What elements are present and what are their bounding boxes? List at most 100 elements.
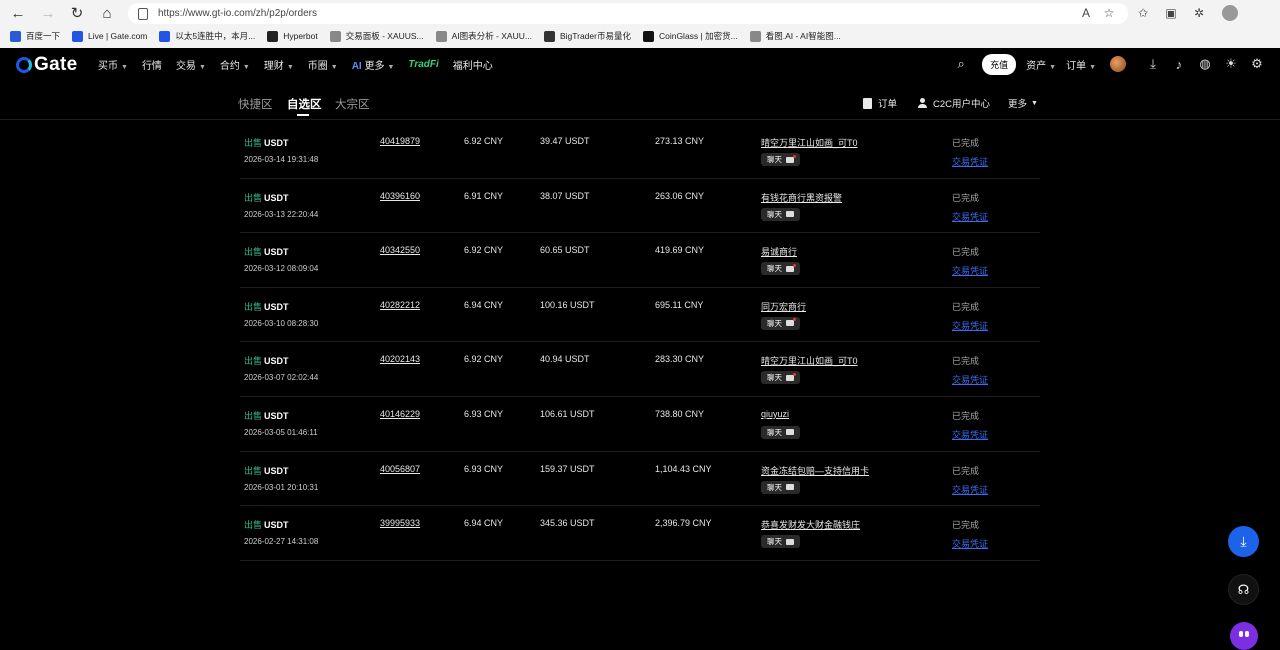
trade-proof-link[interactable]: 交易凭证	[952, 319, 988, 332]
menu-item[interactable]: 买币 ▼	[98, 57, 128, 72]
download-app-button[interactable]: ⤓	[1228, 526, 1259, 557]
trade-proof-link[interactable]: 交易凭证	[952, 210, 988, 223]
chevron-down-icon: ▼	[198, 63, 206, 71]
merchant-link[interactable]: 有钱花商行黑资报警	[761, 191, 842, 204]
order-side: 出售 USDT	[244, 136, 289, 149]
order-row: 出售 USDT 2026-03-01 20:10:31 40056807 6.93 CN…	[240, 452, 1040, 507]
merchant-link[interactable]: qiuyuzi	[761, 409, 789, 419]
merchant-link[interactable]: 晴空万里江山如画_可T0	[761, 354, 858, 367]
trade-proof-link[interactable]: 交易凭证	[952, 483, 988, 496]
user-avatar[interactable]	[1110, 56, 1126, 72]
menu-item[interactable]: 行情	[142, 57, 162, 72]
deposit-button[interactable]: 充值	[982, 53, 1017, 75]
trade-proof-link[interactable]: 交易凭证	[952, 373, 988, 386]
bookmark-item[interactable]: AI图表分析 - XAUU...	[435, 30, 532, 42]
assets-menu[interactable]: 资产 ▼	[1026, 57, 1056, 72]
bookmark-item[interactable]: 看图.AI - AI智能图...	[749, 30, 841, 42]
order-id-link[interactable]: 40396160	[380, 191, 420, 201]
gear-icon[interactable]: ⚙	[1244, 48, 1270, 80]
chat-button[interactable]: 聊天	[761, 480, 800, 494]
chat-button[interactable]: 聊天	[761, 262, 800, 276]
order-id-link[interactable]: 40342550	[380, 245, 420, 255]
menu-item[interactable]: TradFi	[408, 59, 438, 70]
url-bar[interactable]: https://www.gt-io.com/zh/p2p/orders	[128, 3, 1128, 24]
theme-sun-icon[interactable]: ☀	[1218, 48, 1244, 80]
ai-assistant-button[interactable]	[1230, 622, 1258, 650]
order-price: 6.91 CNY	[464, 190, 504, 201]
trade-proof-link[interactable]: 交易凭证	[952, 155, 988, 168]
chat-button[interactable]: 聊天	[761, 153, 800, 166]
bell-icon[interactable]: ♪	[1166, 48, 1192, 80]
chat-button[interactable]: 聊天	[761, 425, 800, 439]
download-icon: ⤓	[1240, 533, 1247, 549]
bookmark-item[interactable]: BigTrader币易量化	[543, 30, 631, 42]
reload-icon[interactable]: ↻	[66, 3, 88, 23]
read-aloud-icon[interactable]: A	[1077, 5, 1095, 21]
order-id-link[interactable]: 39995933	[380, 518, 420, 528]
order-time: 2026-03-01 20:10:31	[244, 482, 319, 492]
bookmark-item[interactable]: Live | Gate.com	[72, 30, 147, 42]
tab-block[interactable]: 大宗区	[335, 96, 370, 112]
forward-icon[interactable]: →	[37, 3, 59, 23]
merchant-link[interactable]: 同万宏商行	[761, 300, 806, 313]
c2c-center-link[interactable]: C2C用户中心	[918, 96, 990, 110]
bookmark-item[interactable]: 百度一下	[10, 30, 60, 42]
collections-icon[interactable]: ▣	[1162, 5, 1180, 21]
bookmark-item[interactable]: Hyperbot	[267, 30, 318, 42]
browser-profile-avatar[interactable]	[1222, 5, 1238, 21]
trade-proof-link[interactable]: 交易凭证	[952, 264, 988, 277]
bookmark-favicon-icon	[329, 30, 341, 42]
gate-logo[interactable]: Gate	[16, 54, 77, 76]
menu-item[interactable]: 理财 ▼	[264, 57, 294, 72]
menu-item[interactable]: 交易 ▼	[176, 57, 206, 72]
merchant-link[interactable]: 易诚商行	[761, 245, 797, 258]
menu-item[interactable]: 币圈 ▼	[308, 57, 338, 72]
chat-button[interactable]: 聊天	[761, 316, 800, 330]
bookmark-item[interactable]: CoinGlass | 加密货...	[642, 30, 738, 42]
menu-item[interactable]: 合约 ▼	[220, 57, 250, 72]
tab-self-select[interactable]: 自选区	[287, 96, 322, 112]
order-side: 出售 USDT	[244, 245, 289, 258]
merchant-link[interactable]: 资金冻结包赔—支持信用卡	[761, 464, 869, 477]
chevron-down-icon: ▼	[387, 63, 395, 71]
order-id-link[interactable]: 40146229	[380, 409, 420, 419]
tab-quick[interactable]: 快捷区	[238, 96, 273, 112]
bookmark-item[interactable]: 交易面板 - XAUUS...	[329, 30, 424, 42]
more-menu[interactable]: 更多 ▼	[1008, 96, 1038, 110]
orders-link[interactable]: 订单	[863, 96, 897, 110]
logo-text: Gate	[34, 54, 78, 75]
support-button[interactable]: ☊	[1228, 574, 1259, 605]
asset-label: USDT	[264, 138, 289, 148]
order-id-link[interactable]: 40202143	[380, 354, 420, 364]
globe-icon[interactable]: ◍	[1192, 48, 1218, 80]
download-icon[interactable]: ⤓	[1140, 48, 1166, 80]
home-icon[interactable]: ⌂	[96, 3, 118, 23]
c2c-center-label: C2C用户中心	[933, 99, 991, 110]
order-time: 2026-03-05 01:46:11	[244, 427, 318, 437]
menu-item[interactable]: 福利中心	[453, 57, 493, 72]
orders-menu[interactable]: 订单 ▼	[1066, 57, 1096, 72]
favorite-add-icon[interactable]: ☆	[1100, 5, 1118, 21]
order-id-link[interactable]: 40419879	[380, 136, 420, 146]
merchant-link[interactable]: 晴空万里江山如画_可T0	[761, 136, 858, 149]
chat-button[interactable]: 聊天	[761, 207, 800, 221]
merchant-link[interactable]: 恭喜发财发大财金融钱庄	[761, 518, 860, 531]
bookmark-label: BigTrader币易量化	[559, 31, 631, 41]
chat-button[interactable]: 聊天	[761, 535, 800, 549]
asset-label: USDT	[264, 247, 289, 258]
trade-proof-link[interactable]: 交易凭证	[952, 537, 988, 550]
order-time: 2026-03-14 19:31:48	[244, 155, 319, 164]
order-id-link[interactable]: 40282212	[380, 300, 420, 310]
more-label: 更多	[1008, 99, 1028, 110]
search-icon[interactable]: ⌕	[948, 48, 974, 80]
order-total: 738.80 CNY	[655, 408, 705, 419]
chat-button[interactable]: 聊天	[761, 371, 800, 385]
menu-item[interactable]: AI 更多 ▼	[352, 57, 395, 72]
order-id-link[interactable]: 40056807	[380, 464, 420, 474]
extensions-icon[interactable]: ✲	[1190, 5, 1208, 21]
favorites-icon[interactable]: ✩	[1134, 5, 1152, 21]
trade-proof-link[interactable]: 交易凭证	[952, 428, 988, 441]
back-icon[interactable]: ←	[7, 3, 29, 23]
chat-label: 聊天	[767, 264, 782, 274]
bookmark-item[interactable]: 以太5连胜中，本月...	[159, 30, 255, 42]
